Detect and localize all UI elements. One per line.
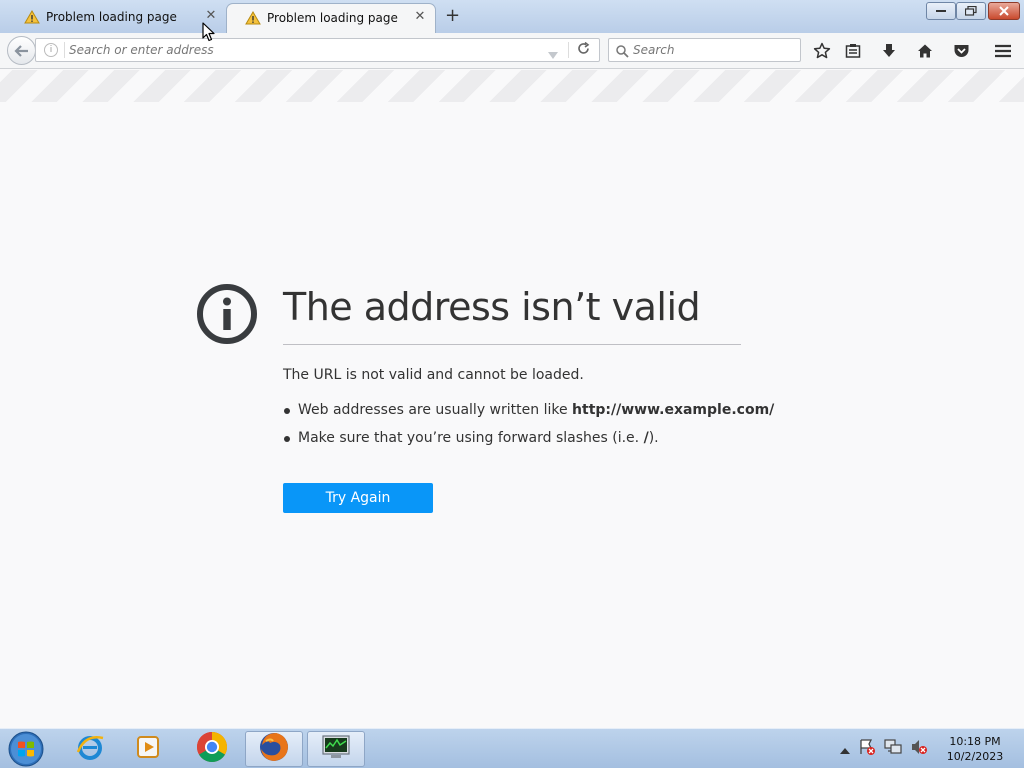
search-icon: [616, 43, 629, 62]
tab-label: Problem loading page: [46, 10, 177, 24]
back-button[interactable]: [7, 36, 36, 65]
search-input[interactable]: [633, 41, 793, 59]
divider: [64, 42, 65, 58]
error-suggestions: Web addresses are usually written like h…: [283, 400, 774, 456]
warning-icon: [245, 11, 261, 28]
error-page: The address isn’t valid The URL is not v…: [0, 70, 1024, 728]
suggestion-text: Web addresses are usually written like: [298, 402, 573, 418]
warning-stripes: [0, 70, 1024, 102]
try-again-button[interactable]: Try Again: [283, 483, 433, 513]
minimize-button[interactable]: [926, 2, 956, 20]
taskbar-media-player[interactable]: [120, 731, 178, 767]
taskbar: 10:18 PM 10/2/2023: [0, 728, 1024, 768]
clock[interactable]: 10:18 PM 10/2/2023: [935, 734, 1015, 764]
media-player-icon: [135, 733, 163, 765]
chevron-down-icon[interactable]: [548, 45, 558, 64]
list-item: Web addresses are usually written like h…: [283, 400, 774, 428]
error-description: The URL is not valid and cannot be loade…: [283, 367, 584, 383]
task-manager-icon: [321, 734, 351, 764]
mouse-cursor-icon: [202, 22, 216, 46]
start-button[interactable]: [6, 730, 46, 768]
home-icon[interactable]: [915, 41, 935, 61]
tab-problem-loading-2[interactable]: Problem loading page ✕: [226, 3, 436, 33]
navigation-toolbar: i: [0, 33, 1024, 69]
divider: [568, 42, 569, 58]
site-info-icon[interactable]: i: [44, 43, 58, 57]
close-tab-icon[interactable]: ✕: [204, 8, 218, 23]
action-center-icon[interactable]: [858, 738, 876, 760]
warning-icon: [24, 10, 40, 27]
network-icon[interactable]: [884, 738, 902, 760]
title-divider: [283, 344, 741, 345]
suggestion-text: Make sure that you’re using forward slas…: [298, 430, 644, 446]
firefox-icon: [258, 731, 290, 767]
tab-problem-loading-1[interactable]: Problem loading page ✕: [6, 3, 226, 33]
tab-strip: Problem loading page ✕ Problem loading p…: [0, 0, 1024, 33]
taskbar-task-manager[interactable]: [307, 731, 365, 767]
new-tab-button[interactable]: +: [445, 5, 460, 26]
menu-icon[interactable]: [993, 41, 1013, 61]
list-item: Make sure that you’re using forward slas…: [283, 428, 774, 456]
page-title: The address isn’t valid: [283, 285, 701, 329]
clock-date: 10/2/2023: [946, 750, 1004, 763]
reading-list-icon[interactable]: [843, 41, 863, 61]
url-input[interactable]: [69, 41, 539, 59]
system-tray: [840, 737, 928, 761]
tab-label: Problem loading page: [267, 11, 398, 25]
close-tab-icon[interactable]: ✕: [413, 9, 427, 24]
taskbar-chrome[interactable]: [183, 731, 241, 767]
info-icon: [196, 283, 258, 349]
bookmark-star-icon[interactable]: [812, 41, 832, 61]
close-window-button[interactable]: [988, 2, 1020, 20]
search-bar[interactable]: [608, 38, 801, 62]
internet-explorer-icon: [75, 732, 105, 766]
volume-muted-icon[interactable]: [910, 738, 928, 760]
example-url: http://www.example.com/: [572, 402, 775, 418]
taskbar-firefox[interactable]: [245, 731, 303, 767]
downloads-icon[interactable]: [879, 41, 899, 61]
show-hidden-icons-button[interactable]: [840, 740, 850, 759]
restore-button[interactable]: [956, 2, 986, 20]
clock-time: 10:18 PM: [949, 735, 1001, 748]
reload-icon[interactable]: [577, 41, 590, 59]
chrome-icon: [196, 731, 228, 767]
pocket-icon[interactable]: [951, 41, 971, 61]
suggestion-text-end: ).: [648, 430, 659, 446]
address-bar[interactable]: i: [35, 38, 600, 62]
taskbar-internet-explorer[interactable]: [61, 731, 119, 767]
